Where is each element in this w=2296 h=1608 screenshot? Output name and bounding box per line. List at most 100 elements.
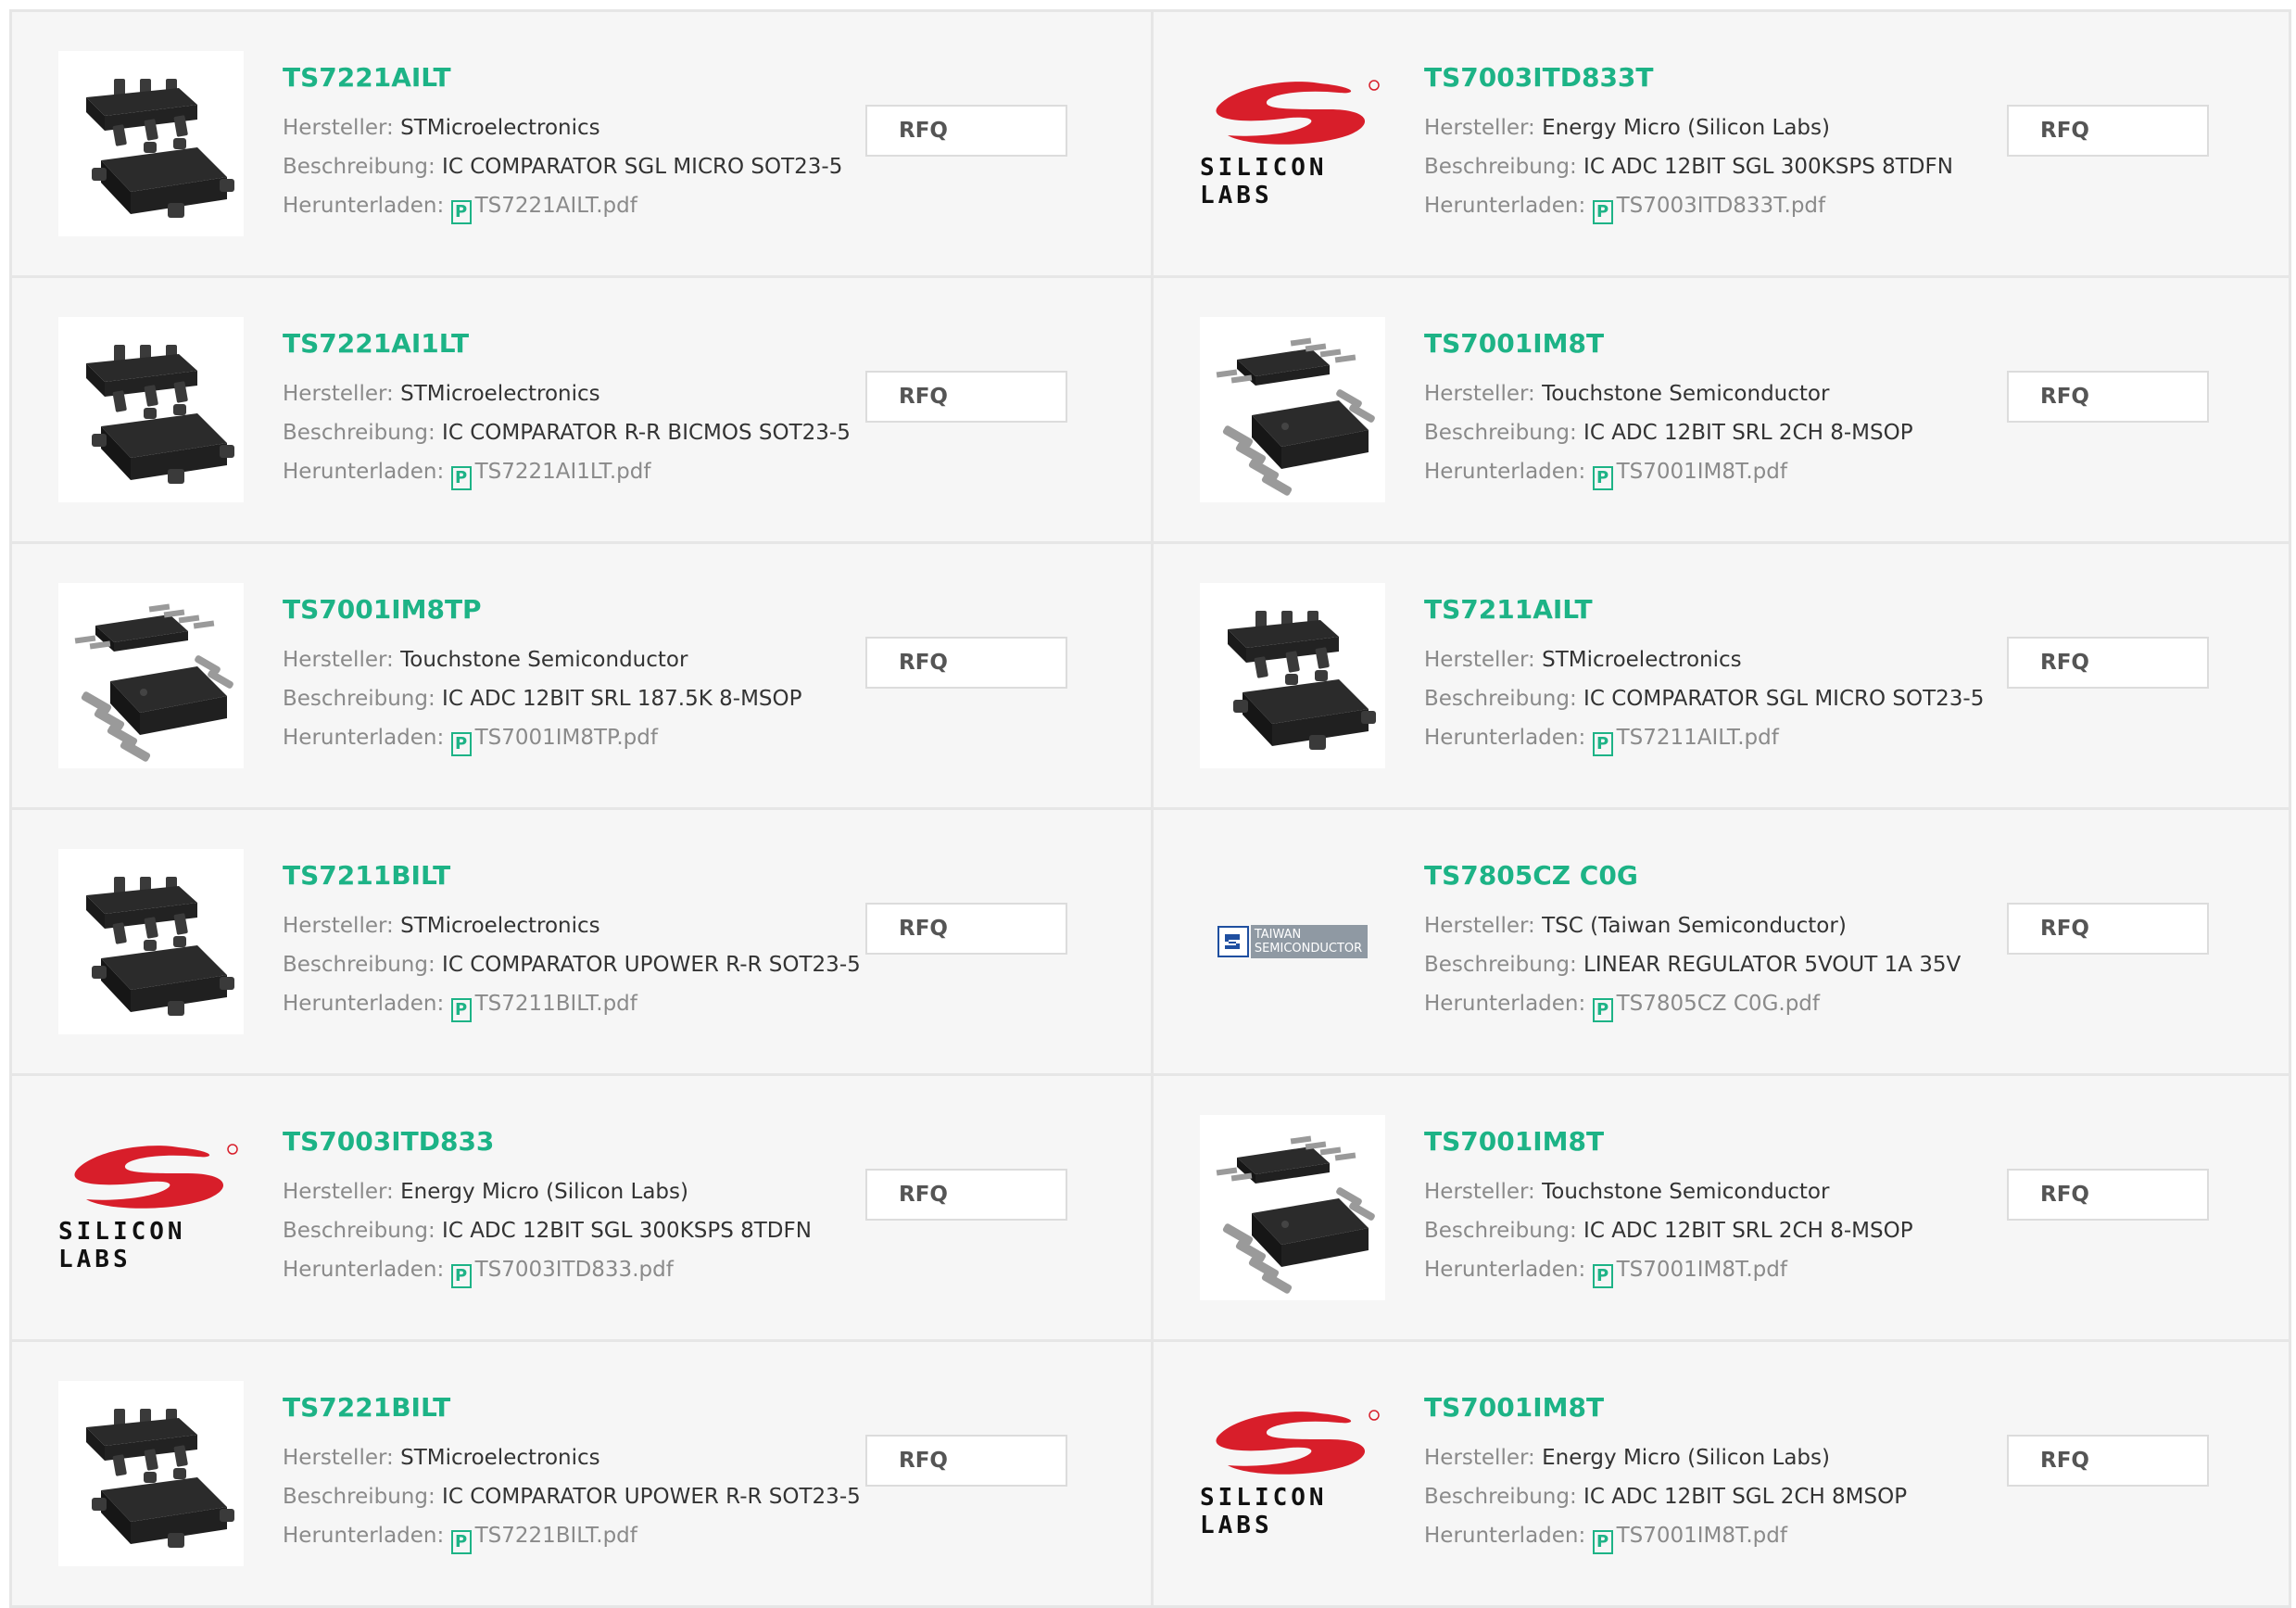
description-line: Beschreibung: IC ADC 12BIT SGL 300KSPS 8… (1424, 155, 1953, 179)
part-number-link[interactable]: TS7221AI1LT (283, 328, 469, 359)
part-number-link[interactable]: TS7211BILT (283, 860, 450, 891)
msop-8-chip[interactable] (1200, 317, 1385, 502)
rfq-button[interactable]: RFQ (2007, 371, 2209, 423)
part-number-link[interactable]: TS7211AILT (1424, 594, 1593, 625)
pdf-icon[interactable]: P (450, 732, 472, 756)
datasheet-link[interactable]: TS7001IM8TP.pdf (475, 726, 658, 750)
rfq-button[interactable]: RFQ (865, 1435, 1067, 1487)
part-number-link[interactable]: TS7221AILT (283, 62, 451, 93)
description-line: Beschreibung: IC COMPARATOR UPOWER R-R S… (283, 1485, 861, 1509)
sot23-5-chip[interactable] (58, 849, 244, 1034)
manufacturer-line: Hersteller: STMicroelectronics (283, 382, 600, 406)
part-number-link[interactable]: TS7001IM8TP (283, 594, 482, 625)
rfq-button[interactable]: RFQ (2007, 1169, 2209, 1221)
description-label: Beschreibung: (1424, 421, 1577, 445)
product-card: TS7001IM8T Hersteller: Touchstone Semico… (1154, 1076, 2291, 1342)
part-number-link[interactable]: TS7003ITD833 (283, 1126, 494, 1157)
rfq-button[interactable]: RFQ (2007, 903, 2209, 955)
pdf-icon[interactable]: P (1592, 1264, 1613, 1288)
rfq-button[interactable]: RFQ (2007, 637, 2209, 689)
description-value: IC COMPARATOR SGL MICRO SOT23-5 (442, 155, 843, 179)
manufacturer-value: Touchstone Semiconductor (400, 648, 688, 672)
pdf-icon[interactable]: P (1592, 200, 1613, 224)
datasheet-link[interactable]: TS7001IM8T.pdf (1617, 1258, 1787, 1282)
silicon-labs-logo[interactable]: SILICON LABS (58, 1115, 244, 1300)
datasheet-link[interactable]: TS7221AILT.pdf (475, 194, 637, 218)
sot23-5-chip-icon (1200, 583, 1385, 768)
sot23-5-chip[interactable] (58, 317, 244, 502)
manufacturer-line: Hersteller: Touchstone Semiconductor (283, 648, 688, 672)
description-value: IC ADC 12BIT SRL 2CH 8-MSOP (1583, 1219, 1913, 1243)
rfq-button[interactable]: RFQ (865, 105, 1067, 157)
download-label: Herunterladen: (1424, 992, 1586, 1016)
msop-8-chip[interactable] (1200, 1115, 1385, 1300)
description-line: Beschreibung: IC COMPARATOR R-R BICMOS S… (283, 421, 851, 445)
pdf-icon[interactable]: P (1592, 466, 1613, 490)
rfq-button[interactable]: RFQ (2007, 1435, 2209, 1487)
product-card: SILICON LABS TS7001IM8T Hersteller: Ener… (1154, 1342, 2291, 1608)
silicon-labs-logo-text: SILICON LABS (1200, 154, 1328, 209)
part-number-link[interactable]: TS7003ITD833T (1424, 62, 1654, 93)
manufacturer-line: Hersteller: STMicroelectronics (283, 116, 600, 140)
download-label: Herunterladen: (1424, 194, 1586, 218)
rfq-button[interactable]: RFQ (865, 637, 1067, 689)
manufacturer-label: Hersteller: (283, 648, 394, 672)
taiwan-semiconductor-logo[interactable]: TAIWAN SEMICONDUCTOR (1200, 849, 1385, 1034)
pdf-icon[interactable]: P (450, 998, 472, 1022)
description-line: Beschreibung: LINEAR REGULATOR 5VOUT 1A … (1424, 953, 1961, 977)
rfq-button[interactable]: RFQ (865, 903, 1067, 955)
silicon-labs-logo[interactable]: SILICON LABS (1200, 1381, 1385, 1566)
description-value: IC COMPARATOR UPOWER R-R SOT23-5 (442, 953, 861, 977)
datasheet-link[interactable]: TS7211AILT.pdf (1617, 726, 1779, 750)
pdf-icon[interactable]: P (450, 1530, 472, 1554)
manufacturer-label: Hersteller: (1424, 1446, 1535, 1470)
description-value: IC ADC 12BIT SGL 300KSPS 8TDFN (442, 1219, 812, 1243)
product-card: TAIWAN SEMICONDUCTOR TS7805CZ C0G Herstel… (1154, 810, 2291, 1076)
sot23-5-chip[interactable] (1200, 583, 1385, 768)
product-card: TS7221AILT Hersteller: STMicroelectronic… (12, 12, 1154, 278)
part-number-link[interactable]: TS7001IM8T (1424, 1392, 1604, 1423)
description-label: Beschreibung: (1424, 1219, 1577, 1243)
manufacturer-value: Energy Micro (Silicon Labs) (1542, 1446, 1830, 1470)
rfq-button[interactable]: RFQ (865, 371, 1067, 423)
pdf-icon[interactable]: P (1592, 732, 1613, 756)
part-number-link[interactable]: TS7221BILT (283, 1392, 450, 1423)
pdf-icon[interactable]: P (450, 1264, 472, 1288)
part-number-link[interactable]: TS7001IM8T (1424, 1126, 1604, 1157)
part-number-link[interactable]: TS7805CZ C0G (1424, 860, 1638, 891)
download-label: Herunterladen: (1424, 726, 1586, 750)
manufacturer-line: Hersteller: Energy Micro (Silicon Labs) (1424, 1446, 1830, 1470)
datasheet-link[interactable]: TS7001IM8T.pdf (1617, 460, 1787, 484)
description-label: Beschreibung: (1424, 155, 1577, 179)
description-value: LINEAR REGULATOR 5VOUT 1A 35V (1583, 953, 1962, 977)
download-line: Herunterladen: P TS7001IM8T.pdf (1424, 1524, 1787, 1554)
taiwan-semiconductor-logo: TAIWAN SEMICONDUCTOR (1217, 925, 1369, 958)
product-card: TS7221BILT Hersteller: STMicroelectronic… (12, 1342, 1154, 1608)
datasheet-link[interactable]: TS7221AI1LT.pdf (475, 460, 651, 484)
pdf-icon[interactable]: P (1592, 998, 1613, 1022)
datasheet-link[interactable]: TS7001IM8T.pdf (1617, 1524, 1787, 1548)
manufacturer-value: STMicroelectronics (400, 1446, 600, 1470)
silicon-labs-logo: SILICON LABS (1200, 1408, 1385, 1539)
manufacturer-label: Hersteller: (1424, 116, 1535, 140)
datasheet-link[interactable]: TS7003ITD833.pdf (475, 1258, 674, 1282)
datasheet-link[interactable]: TS7211BILT.pdf (475, 992, 637, 1016)
manufacturer-label: Hersteller: (283, 1446, 394, 1470)
datasheet-link[interactable]: TS7805CZ C0G.pdf (1617, 992, 1820, 1016)
product-card: TS7001IM8T Hersteller: Touchstone Semico… (1154, 278, 2291, 544)
pdf-icon[interactable]: P (1592, 1530, 1613, 1554)
pdf-icon[interactable]: P (450, 200, 472, 224)
datasheet-link[interactable]: TS7003ITD833T.pdf (1617, 194, 1826, 218)
sot23-5-chip[interactable] (58, 1381, 244, 1566)
rfq-button[interactable]: RFQ (2007, 105, 2209, 157)
datasheet-link[interactable]: TS7221BILT.pdf (475, 1524, 637, 1548)
silicon-labs-logo[interactable]: SILICON LABS (1200, 51, 1385, 236)
sot23-5-chip-icon (58, 1381, 244, 1566)
pdf-icon[interactable]: P (450, 466, 472, 490)
rfq-button[interactable]: RFQ (865, 1169, 1067, 1221)
part-number-link[interactable]: TS7001IM8T (1424, 328, 1604, 359)
msop-8-chip[interactable] (58, 583, 244, 768)
download-label: Herunterladen: (283, 992, 445, 1016)
sot23-5-chip[interactable] (58, 51, 244, 236)
manufacturer-label: Hersteller: (283, 914, 394, 938)
